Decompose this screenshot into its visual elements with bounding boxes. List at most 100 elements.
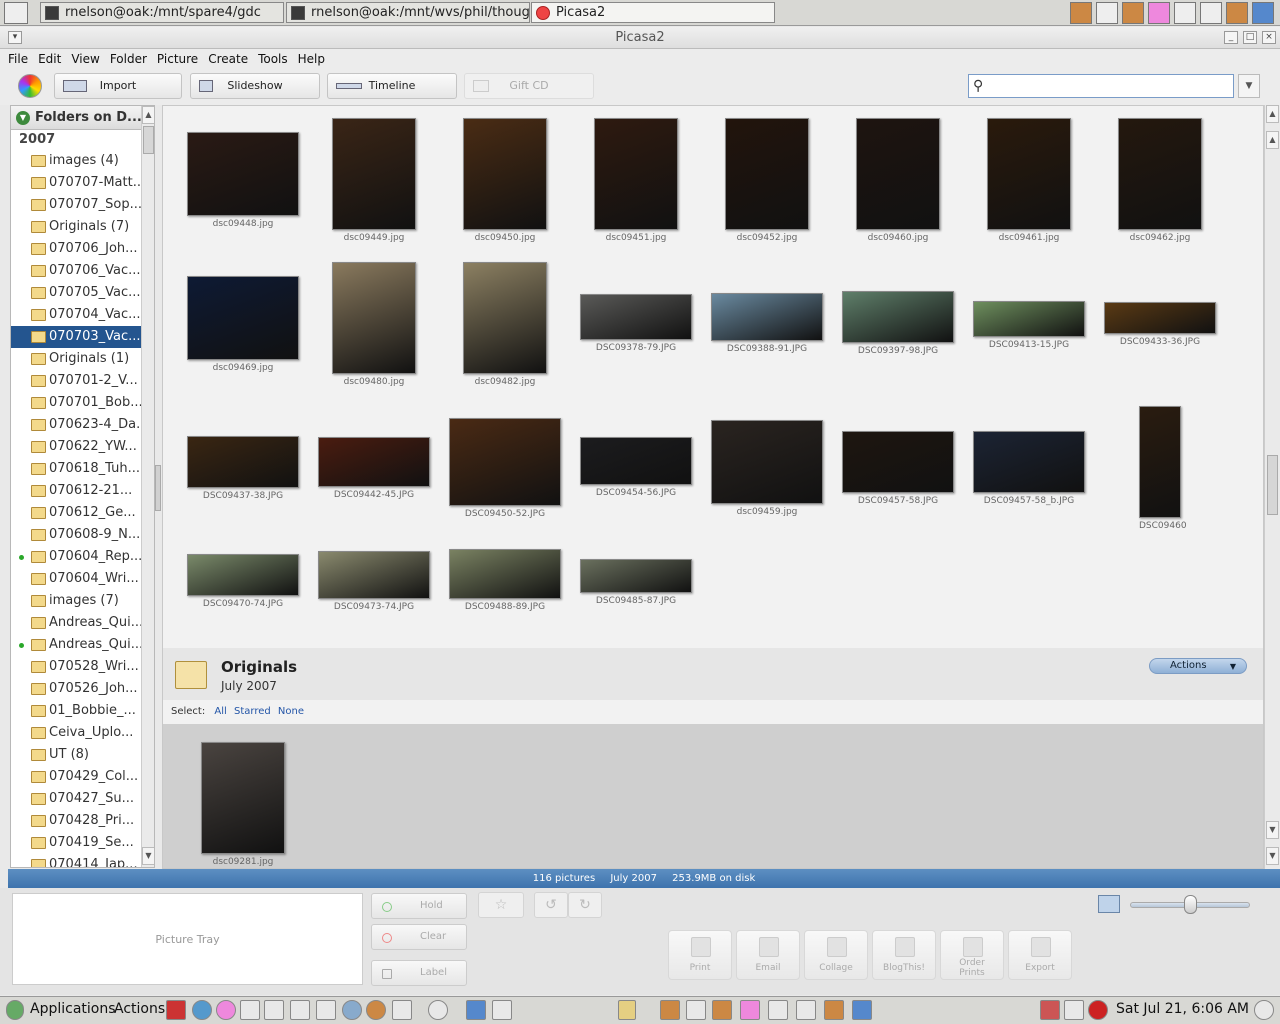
photo-thumbnail[interactable]: dsc09452.jpg: [725, 118, 809, 243]
photo-thumbnail[interactable]: dsc09451.jpg: [594, 118, 678, 243]
sidebar-folder-item[interactable]: 070707_Sop...: [11, 194, 141, 216]
photo-thumbnail[interactable]: DSC09413-15.JPG: [973, 301, 1085, 350]
network-icon[interactable]: [1064, 1000, 1084, 1020]
launcher-icon[interactable]: [342, 1000, 362, 1020]
menu-view[interactable]: View: [71, 52, 99, 66]
zoom-slider-knob[interactable]: [1184, 895, 1197, 914]
photo-thumbnail[interactable]: DSC09488-89.JPG: [449, 549, 561, 612]
sidebar-folder-item[interactable]: 070618_Tuh...: [11, 458, 141, 480]
photo-thumbnail[interactable]: DSC09442-45.JPG: [318, 437, 430, 500]
menu-folder[interactable]: Folder: [110, 52, 147, 66]
photo-thumbnail[interactable]: DSC09470-74.JPG: [187, 554, 299, 609]
globe-icon[interactable]: [192, 1000, 212, 1020]
sidebar-folder-item[interactable]: 070706_Joh...: [11, 238, 141, 260]
album-title[interactable]: Originals: [221, 658, 297, 676]
window-menu-icon[interactable]: ▾: [8, 31, 22, 44]
sidebar-folder-item[interactable]: images (7): [11, 590, 141, 612]
rotate-right-button[interactable]: ↻: [568, 892, 602, 918]
clock[interactable]: Sat Jul 21, 6:06 AM: [1116, 1001, 1249, 1017]
desktop-icon[interactable]: [4, 2, 28, 24]
sidebar-folder-item[interactable]: 070528_Wri...: [11, 656, 141, 678]
photo-thumbnail[interactable]: DSC09485-87.JPG: [580, 559, 692, 606]
firefox-icon[interactable]: [712, 1000, 732, 1020]
sidebar-folder-item[interactable]: 070623-4_Da...: [11, 414, 141, 436]
photo-thumbnail[interactable]: dsc09460.jpg: [856, 118, 940, 243]
network-icon[interactable]: [1040, 1000, 1060, 1020]
launcher-icon[interactable]: [392, 1000, 412, 1020]
actions-button[interactable]: Actions ▼: [1149, 658, 1247, 674]
sidebar-folder-item[interactable]: 070703_Vac...: [11, 326, 141, 348]
sidebar-folder-item[interactable]: 070705_Vac...: [11, 282, 141, 304]
photo-thumbnail[interactable]: dsc09480.jpg: [332, 262, 416, 387]
window-grid-icon[interactable]: [796, 1000, 816, 1020]
tray-action-email[interactable]: Email: [736, 930, 800, 980]
photo-thumbnail[interactable]: dsc09462.jpg: [1118, 118, 1202, 243]
sidebar-folder-item[interactable]: 070608-9_N...: [11, 524, 141, 546]
menu-help[interactable]: Help: [298, 52, 325, 66]
scroll-top-button[interactable]: ▲: [1266, 105, 1279, 123]
scroll-thumb[interactable]: [1267, 455, 1278, 515]
timeline-button[interactable]: Timeline: [327, 73, 457, 99]
sidebar-folder-item[interactable]: 070526_Joh...: [11, 678, 141, 700]
photo-thumbnail[interactable]: dsc09459.jpg: [711, 420, 823, 517]
firefox-icon[interactable]: [660, 1000, 680, 1020]
menu-tools[interactable]: Tools: [258, 52, 288, 66]
photo-thumbnail[interactable]: DSC09454-56.JPG: [580, 437, 692, 498]
taskbar-picasa[interactable]: Picasa2: [531, 2, 775, 23]
photo-thumbnail[interactable]: dsc09469.jpg: [187, 276, 299, 373]
sidebar-folder-item[interactable]: 070707-Matt...: [11, 172, 141, 194]
maximize-button[interactable]: □: [1243, 31, 1257, 44]
gift-cd-button[interactable]: Gift CD: [464, 73, 594, 99]
sidebar-folder-item[interactable]: 070427_Su...: [11, 788, 141, 810]
picture-tray[interactable]: Picture Tray: [12, 893, 363, 985]
window-list-icon[interactable]: [1252, 2, 1274, 24]
sidebar-folder-item[interactable]: 070604_Rep...: [11, 546, 141, 568]
panel-resize-handle[interactable]: [155, 465, 161, 511]
sidebar-folder-item[interactable]: images (4): [11, 150, 141, 172]
minimize-button[interactable]: _: [1224, 31, 1238, 44]
menu-create[interactable]: Create: [208, 52, 248, 66]
sidebar-folder-item[interactable]: 070622_YW...: [11, 436, 141, 458]
document-icon[interactable]: [686, 1000, 706, 1020]
sidebar-folder-item[interactable]: 070604_Wri...: [11, 568, 141, 590]
photo-thumbnail[interactable]: dsc09281.jpg: [201, 742, 285, 867]
sidebar-folder-item[interactable]: 070704_Vac...: [11, 304, 141, 326]
scroll-bottom-button[interactable]: ▼: [1266, 847, 1279, 865]
photo-thumbnail[interactable]: DSC09450-52.JPG: [449, 418, 561, 519]
sidebar-folder-item[interactable]: Andreas_Qui...: [11, 634, 141, 656]
window-grid-icon[interactable]: [1174, 2, 1196, 24]
sidebar-folder-item[interactable]: 070414_Jap...: [11, 854, 141, 867]
sidebar-folder-item[interactable]: 070701_Bob...: [11, 392, 141, 414]
tray-action-collage[interactable]: Collage: [804, 930, 868, 980]
launcher-icon[interactable]: [264, 1000, 284, 1020]
sidebar-folder-item[interactable]: Andreas_Qui...: [11, 612, 141, 634]
launcher-icon[interactable]: [166, 1000, 186, 1020]
launcher-icon[interactable]: [240, 1000, 260, 1020]
scroll-down-button[interactable]: ▼: [1266, 821, 1279, 839]
sidebar-folder-item[interactable]: 070612_Ge...: [11, 502, 141, 524]
firefox-icon[interactable]: [366, 1000, 386, 1020]
menu-file[interactable]: File: [8, 52, 28, 66]
sidebar-folder-item[interactable]: Originals (7): [11, 216, 141, 238]
sidebar-folder-item[interactable]: UT (8): [11, 744, 141, 766]
tray-action-blogthis[interactable]: BlogThis!: [872, 930, 936, 980]
photo-thumbnail[interactable]: DSC09388-91.JPG: [711, 293, 823, 354]
photo-thumbnail[interactable]: dsc09450.jpg: [463, 118, 547, 243]
taskbar-terminal-1[interactable]: rnelson@oak:/mnt/spare4/gdc: [40, 2, 284, 23]
photo-thumbnail[interactable]: dsc09448.jpg: [187, 132, 299, 229]
launcher-icon[interactable]: [316, 1000, 336, 1020]
scroll-thumb[interactable]: [143, 126, 154, 154]
label-button[interactable]: Label: [371, 960, 467, 986]
photo-thumbnail[interactable]: DSC09437-38.JPG: [187, 436, 299, 501]
star-button[interactable]: ☆: [478, 892, 524, 918]
window-grid-icon[interactable]: [1200, 2, 1222, 24]
magnifier-icon[interactable]: [492, 1000, 512, 1020]
tray-action-print[interactable]: Print: [668, 930, 732, 980]
photo-thumbnail[interactable]: DSC09457-58_b.JPG: [973, 431, 1085, 506]
search-input[interactable]: ⚲: [968, 74, 1234, 98]
applications-menu[interactable]: Applications: [30, 1001, 116, 1017]
firefox-icon[interactable]: [1122, 2, 1144, 24]
photo-thumbnail[interactable]: dsc09461.jpg: [987, 118, 1071, 243]
collapse-icon[interactable]: ▼: [16, 111, 30, 125]
photo-thumbnail[interactable]: DSC09378-79.JPG: [580, 294, 692, 353]
